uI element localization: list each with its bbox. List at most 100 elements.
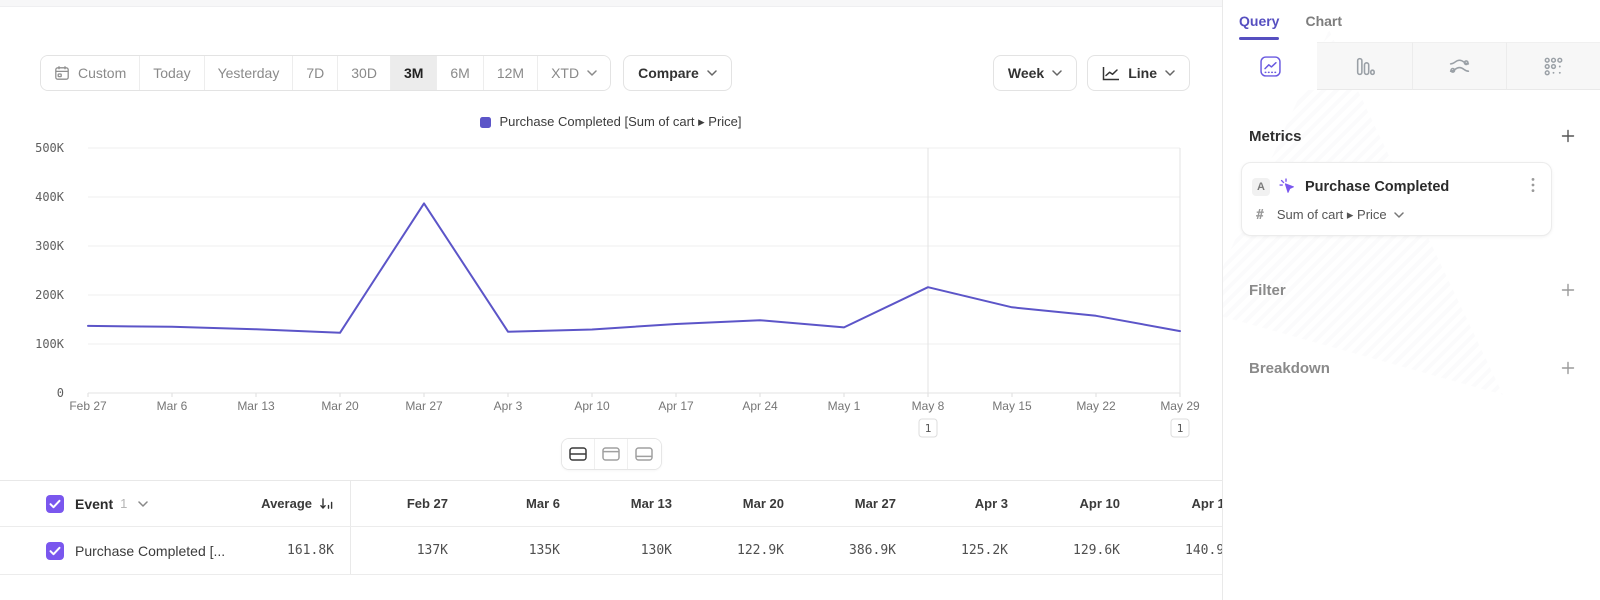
series-line[interactable]	[88, 203, 1180, 332]
kebab-menu-icon	[1531, 177, 1535, 193]
split-view-icon	[569, 447, 587, 461]
x-axis-tick: Mar 13	[237, 399, 275, 413]
add-breakdown-button[interactable]	[1556, 356, 1580, 380]
svg-text:1: 1	[925, 422, 932, 435]
analytics-app: Custom Today Yesterday 7D 30D 3M 6M 12MXTD Comp…	[0, 0, 1600, 600]
plus-icon	[1560, 128, 1576, 144]
range-label: 7D	[306, 65, 324, 81]
range-30d[interactable]: 30D	[338, 56, 391, 90]
range-today[interactable]: Today	[140, 56, 204, 90]
table-cell-value: 129.6K	[1022, 543, 1134, 558]
chart-type-label: Line	[1128, 65, 1157, 81]
average-label: Average	[261, 496, 312, 511]
row-checkbox[interactable]	[46, 542, 64, 560]
compare-button[interactable]: Compare	[623, 55, 732, 91]
event-count: 1	[120, 496, 127, 511]
x-axis-tick: Apr 24	[742, 399, 778, 413]
insights-line-icon	[1260, 56, 1281, 77]
x-axis-tick: Apr 3	[494, 399, 523, 413]
range-xtd[interactable]: XTD	[538, 56, 610, 90]
table-col-header[interactable]: Apr 10	[1022, 496, 1134, 511]
bar-chart-icon	[1354, 56, 1375, 77]
layout-chart-only-top-button[interactable]	[595, 439, 628, 469]
range-yesterday[interactable]: Yesterday	[205, 56, 294, 90]
y-axis-tick: 100K	[35, 337, 65, 351]
layout-split-view-button[interactable]	[562, 439, 595, 469]
add-filter-button[interactable]	[1556, 278, 1580, 302]
x-axis-tick: May 8	[912, 399, 945, 413]
chevron-down-icon	[1052, 70, 1062, 76]
chevron-down-icon[interactable]	[138, 501, 148, 507]
table-cell-value: 130K	[574, 543, 686, 558]
chart-legend: Purchase Completed [Sum of cart ▸ Price]	[0, 114, 1222, 133]
granularity-button[interactable]: Week	[993, 55, 1077, 91]
chart-type-flow-tab[interactable]	[1412, 42, 1506, 90]
table-row: Purchase Completed [... 161.8K 137K135K1…	[0, 527, 1222, 575]
chart-type-bar-tab[interactable]	[1317, 42, 1411, 90]
chart-type-button[interactable]: Line	[1087, 55, 1190, 91]
table-col-header[interactable]: Feb 27	[350, 481, 462, 526]
toolbar: Custom Today Yesterday 7D 30D 3M 6M 12MXTD Comp…	[40, 55, 1190, 91]
table-header-row: Event 1 Average Feb 27Mar 6Mar 13Mar 20M…	[0, 481, 1222, 527]
range-7d[interactable]: 7D	[293, 56, 338, 90]
y-axis-tick: 300K	[35, 239, 65, 253]
table-cell-value: 386.9K	[798, 543, 910, 558]
y-axis-tick: 0	[57, 386, 64, 400]
range-label: 3M	[404, 65, 423, 81]
range-label: Yesterday	[218, 65, 280, 81]
chevron-down-icon	[707, 70, 717, 76]
table-col-header[interactable]: Mar 13	[574, 496, 686, 511]
svg-text:1: 1	[1177, 422, 1184, 435]
table-col-header[interactable]: Mar 20	[686, 496, 798, 511]
range-label: 6M	[450, 65, 469, 81]
table-cell-value: 137K	[350, 527, 462, 574]
metric-card[interactable]: A Purchase Completed # Sum of cart ▸ Pri…	[1241, 162, 1552, 236]
table-col-header[interactable]: Apr 3	[910, 496, 1022, 511]
chart-type-tabs	[1223, 42, 1600, 90]
average-column-header[interactable]: Average	[236, 496, 350, 511]
layout-chart-only-bottom-button[interactable]	[628, 439, 661, 469]
range-6m[interactable]: 6M	[437, 56, 483, 90]
tab-chart[interactable]: Chart	[1305, 0, 1342, 42]
average-value: 161.8K	[287, 543, 334, 558]
row-series-label: Purchase Completed [...	[75, 543, 225, 559]
table-col-header[interactable]: Mar 27	[798, 496, 910, 511]
range-label: Custom	[78, 65, 126, 81]
table-cell-value: 122.9K	[686, 543, 798, 558]
compare-label: Compare	[638, 65, 699, 81]
retention-dots-icon	[1543, 56, 1564, 77]
metric-menu-button[interactable]	[1527, 175, 1539, 198]
filter-title: Filter	[1249, 282, 1286, 299]
select-all-checkbox[interactable]	[46, 495, 64, 513]
date-range-group: Custom Today Yesterday 7D 30D 3M 6M 12MXTD	[40, 55, 611, 91]
breakdown-title: Breakdown	[1249, 360, 1330, 377]
aggregation-selector[interactable]: # Sum of cart ▸ Price	[1252, 207, 1539, 223]
add-metric-button[interactable]	[1556, 124, 1580, 148]
table-cell-value: 140.9K	[1134, 543, 1222, 558]
x-axis-tick: Feb 27	[69, 399, 107, 413]
x-axis-tick: Apr 17	[658, 399, 694, 413]
x-axis-tick: May 22	[1076, 399, 1116, 413]
chart-type-retention-tab[interactable]	[1506, 42, 1600, 90]
table-col-header[interactable]: Mar 6	[462, 496, 574, 511]
report-canvas: Custom Today Yesterday 7D 30D 3M 6M 12MXTD Comp…	[0, 7, 1222, 600]
x-axis-tick: Mar 20	[321, 399, 359, 413]
x-axis-tick: Apr 10	[574, 399, 610, 413]
table-cell-value: 125.2K	[910, 543, 1022, 558]
tab-query[interactable]: Query	[1239, 0, 1279, 42]
range-custom[interactable]: Custom	[41, 56, 140, 90]
sort-descending-icon	[319, 497, 334, 511]
chart-only-top-icon	[602, 447, 620, 461]
range-3m[interactable]: 3M	[391, 56, 437, 90]
breakdown-table: Event 1 Average Feb 27Mar 6Mar 13Mar 20M…	[0, 480, 1222, 575]
range-12m[interactable]: 12M	[484, 56, 538, 90]
flow-icon	[1448, 57, 1471, 76]
metrics-section: Metrics A Purchase Completed #	[1223, 124, 1600, 236]
chart-type-insights-tab[interactable]	[1223, 42, 1317, 90]
table-col-header[interactable]: Apr 17	[1134, 496, 1222, 511]
chart-only-bottom-icon	[635, 447, 653, 461]
x-axis-tick: Mar 27	[405, 399, 443, 413]
y-axis-tick: 200K	[35, 288, 65, 302]
x-axis-tick: May 29	[1160, 399, 1200, 413]
x-axis-tick: May 15	[992, 399, 1032, 413]
